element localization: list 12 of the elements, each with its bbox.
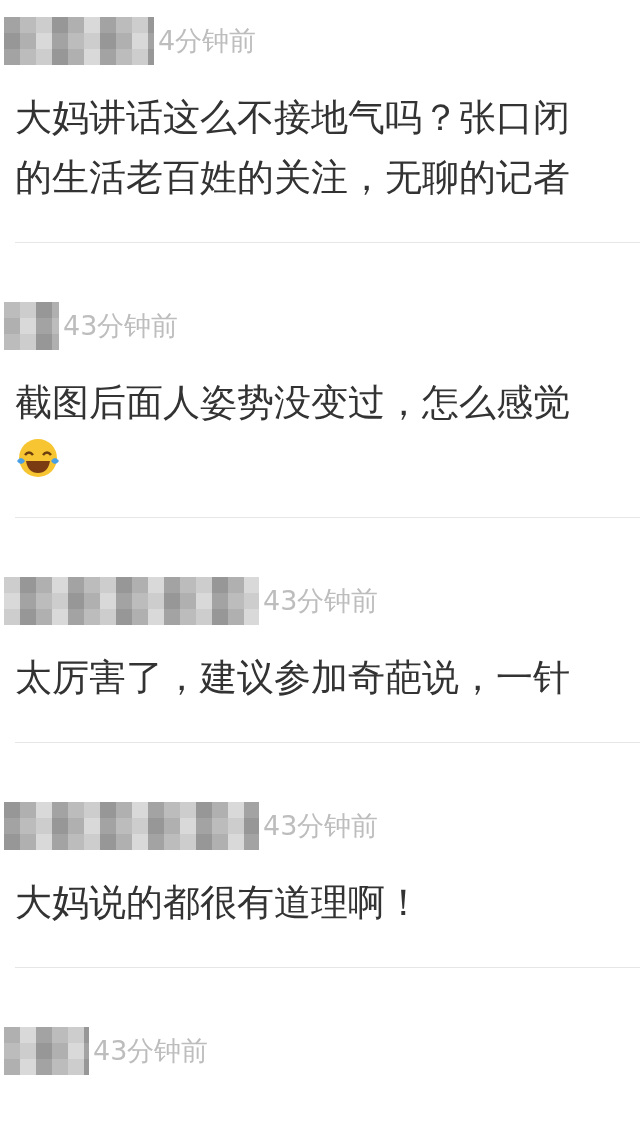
pixelation-mosaic xyxy=(4,301,59,350)
laughing-emoji-icon xyxy=(15,437,61,479)
comment-text: 的生活老百姓的关注，无聊的记者 xyxy=(14,155,571,201)
comment-text: 截图后面人姿势没变过，怎么感觉 xyxy=(14,380,571,426)
comment-time: 43分钟前 xyxy=(63,308,179,343)
comment-text: 大妈说的都很有道理啊！ xyxy=(14,880,423,926)
comment-time: 43分钟前 xyxy=(93,1033,209,1068)
comment-text: 太厉害了，建议参加奇葩说，一针 xyxy=(14,655,571,701)
comment-time: 43分钟前 xyxy=(263,583,379,618)
comment-time: 4分钟前 xyxy=(158,23,257,58)
comment-text: 大妈讲话这么不接地气吗？张口闭 xyxy=(14,95,571,141)
comment-time: 43分钟前 xyxy=(263,808,379,843)
